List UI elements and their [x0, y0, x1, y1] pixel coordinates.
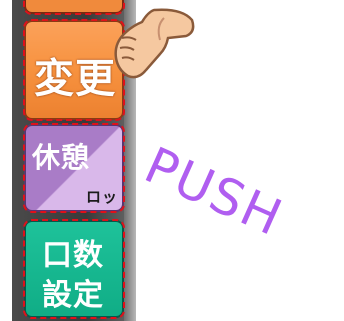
rest-button[interactable]: 休憩 ロック: [23, 123, 125, 213]
count-button-label-line1: 口数: [42, 238, 104, 273]
count-setting-button[interactable]: 口数 設定: [23, 219, 125, 319]
pointing-hand-icon: [114, 8, 195, 79]
push-text: PUSH: [136, 136, 292, 248]
count-button-label-line2: 設定: [42, 278, 104, 313]
change-button-label: 変更: [34, 56, 116, 102]
screen: 変更 休憩 ロック 口数 設定 PUSH: [0, 0, 344, 321]
rest-lock-label: ロック: [86, 188, 119, 210]
rest-button-label: 休憩: [32, 141, 91, 174]
